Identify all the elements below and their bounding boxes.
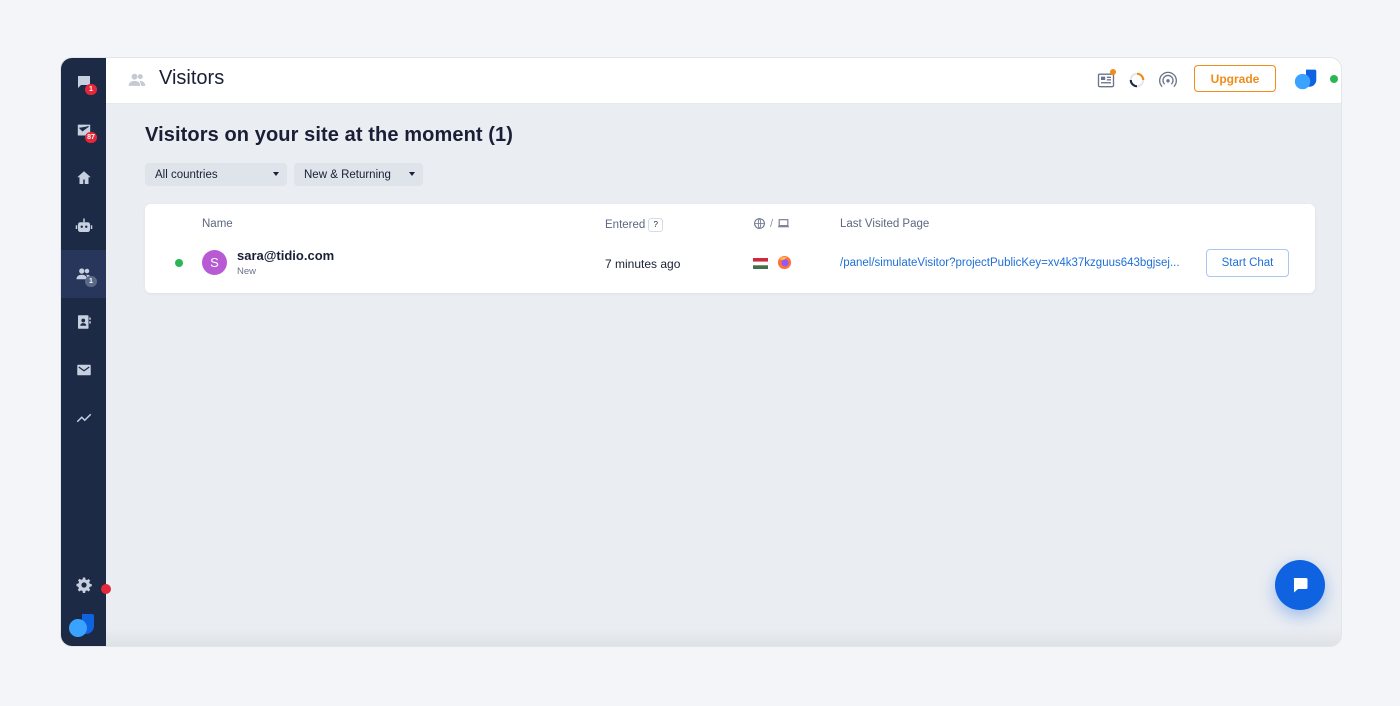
visitors-icon [128,73,146,86]
online-status-dot [1330,75,1338,83]
sidebar-item-messages[interactable] [61,346,106,394]
visitor-online-dot [175,259,183,267]
gear-icon [76,577,92,593]
table-row[interactable]: S sara@tidio.com New 7 minutes ago /pane… [145,242,1315,286]
visitors-headline: Visitors on your site at the moment (1) [145,124,514,146]
notification-dot [1110,69,1116,75]
sidebar-item-settings[interactable] [61,561,106,609]
settings-alert-dot [101,584,111,594]
chevron-down-icon [273,172,279,176]
chat-widget-button[interactable] [1275,560,1325,610]
sidebar-item-visitors[interactable]: 1 [61,250,106,298]
contacts-icon [77,315,91,329]
bot-icon [75,218,92,232]
visitors-badge: 1 [85,276,97,287]
sidebar-item-home[interactable] [61,154,106,202]
start-chat-button[interactable]: Start Chat [1206,249,1289,277]
sidebar-item-contacts[interactable] [61,298,106,346]
column-header-separator: / [770,217,774,230]
visitor-email[interactable]: sara@tidio.com [237,248,334,263]
last-visited-page-link[interactable]: /panel/simulateVisitor?projectPublicKey=… [840,257,1196,269]
column-header-name: Name [202,218,233,230]
visitor-type-filter-dropdown[interactable]: New & Returning [294,163,423,186]
page-title: Visitors [159,67,225,89]
hungary-flag-icon [753,258,768,269]
sidebar-item-conversations[interactable]: 1 [61,58,106,106]
broadcast-icon [1159,71,1177,88]
globe-icon [754,218,765,229]
laptop-icon [778,219,789,228]
column-header-entered-label: Entered [605,219,646,232]
account-avatar-icon[interactable] [1294,67,1318,91]
broadcast-button[interactable] [1158,70,1178,90]
app-window: 1 87 1 Visitors Upgrade Visitors on your… [60,57,1342,647]
news-button[interactable] [1096,69,1116,90]
column-header-entered: Entered? [605,218,664,232]
column-header-location-device: / [753,217,790,230]
chat-icon [1293,578,1308,593]
country-filter-value: All countries [155,168,218,181]
sidebar-item-bots[interactable] [61,202,106,250]
inbox-badge: 87 [85,132,97,143]
tidio-logo-icon[interactable] [68,612,96,638]
country-filter-dropdown[interactable]: All countries [145,163,287,186]
bottom-shadow [106,628,1341,646]
visitor-type-filter-value: New & Returning [304,168,391,181]
sidebar-item-inbox[interactable]: 87 [61,106,106,154]
visitor-status-label: New [237,266,257,277]
visitors-table: Name Entered? / Last Visited Page S sara… [145,204,1315,293]
avatar[interactable]: S [202,250,227,275]
home-icon [76,171,91,184]
entered-help-button[interactable]: ? [648,218,664,232]
sidebar-item-analytics[interactable] [61,394,106,442]
chevron-down-icon [409,172,415,176]
onboarding-progress-button[interactable] [1127,70,1147,90]
upgrade-button[interactable]: Upgrade [1194,65,1276,92]
mail-icon [76,364,91,376]
firefox-icon [777,255,792,270]
analytics-icon [76,413,91,423]
loading-ring-icon [1129,72,1145,88]
visitor-entered-time: 7 minutes ago [605,257,681,271]
conversations-badge: 1 [85,84,97,95]
sidebar: 1 87 1 [61,58,106,646]
topbar: Visitors Upgrade [106,58,1341,104]
column-header-last-visited: Last Visited Page [840,218,930,230]
